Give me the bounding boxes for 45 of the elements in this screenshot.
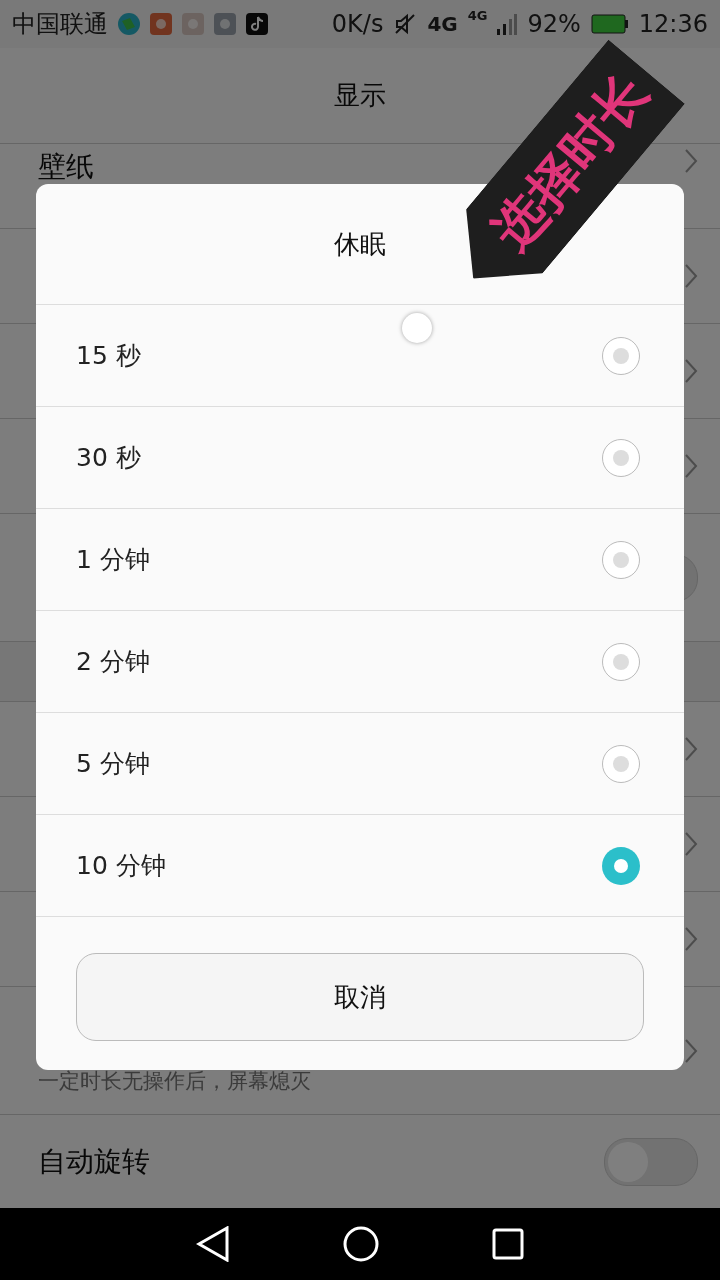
chevron-right-icon (684, 453, 698, 479)
battery-icon (590, 14, 629, 34)
option-label: 2 分钟 (76, 646, 151, 678)
option-row[interactable]: 1 分钟 (36, 509, 684, 611)
option-row[interactable]: 2 分钟 (36, 611, 684, 713)
radio-button[interactable] (602, 336, 640, 375)
radio-button[interactable] (602, 642, 640, 681)
network-type-small: 4G (467, 8, 488, 23)
cancel-button[interactable]: 取消 (76, 953, 644, 1041)
row-hint: 一定时长无操作后，屏幕熄灭 (38, 1067, 311, 1095)
network-type: 4G (427, 12, 458, 36)
signal-icon (497, 13, 518, 35)
carrier-name: 中国联通 (12, 9, 108, 40)
home-icon[interactable] (343, 1226, 379, 1262)
chevron-right-icon (684, 148, 698, 174)
toggle-switch[interactable] (604, 1138, 698, 1186)
radio-button[interactable] (602, 846, 640, 885)
recents-icon[interactable] (491, 1228, 524, 1260)
clock: 12:36 (638, 10, 708, 38)
page-title: 显示 (334, 79, 386, 112)
music-note-app-icon (246, 13, 268, 35)
option-row[interactable]: 30 秒 (36, 407, 684, 509)
chevron-right-icon (684, 263, 698, 289)
chevron-right-icon (684, 831, 698, 857)
radio-button[interactable] (602, 438, 640, 477)
chevron-right-icon (684, 1037, 698, 1064)
option-label: 1 分钟 (76, 544, 151, 576)
back-icon[interactable] (196, 1226, 231, 1262)
globe-icon (118, 13, 140, 35)
option-label: 10 分钟 (76, 850, 167, 882)
option-row[interactable]: 5 分钟 (36, 713, 684, 815)
mute-icon (393, 12, 418, 36)
chevron-right-icon (684, 736, 698, 762)
option-row[interactable]: 10 分钟 (36, 815, 684, 917)
network-speed: 0K/s (331, 10, 384, 38)
option-label: 30 秒 (76, 442, 142, 474)
row-label: 壁纸 (38, 149, 94, 185)
row-label: 自动旋转 (38, 1144, 150, 1180)
option-label: 15 秒 (76, 340, 142, 372)
chevron-right-icon (684, 358, 698, 384)
option-label: 5 分钟 (76, 748, 151, 780)
chevron-right-icon (684, 926, 698, 952)
radio-button[interactable] (602, 540, 640, 579)
battery-level: 92% (527, 10, 581, 38)
radio-button[interactable] (602, 744, 640, 783)
